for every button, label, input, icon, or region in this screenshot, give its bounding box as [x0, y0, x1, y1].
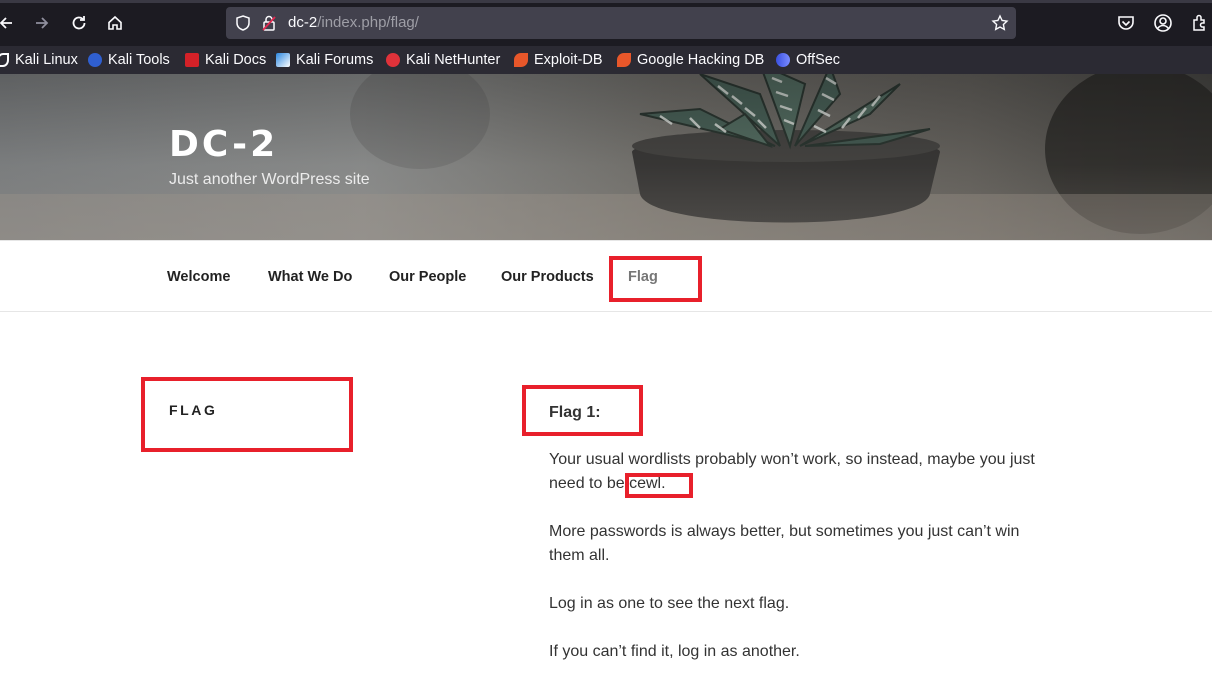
account-icon[interactable] — [1152, 12, 1174, 34]
offsec-icon — [776, 53, 790, 67]
bookmark-item[interactable]: Kali Docs — [185, 50, 266, 70]
insecure-lock-icon[interactable] — [260, 14, 278, 32]
menu-item-what-we-do[interactable]: What We Do — [268, 269, 352, 285]
entry-paragraph: More passwords is always better, but som… — [549, 523, 1020, 564]
bookmark-item[interactable]: Kali Forums — [276, 50, 373, 70]
bookmark-label: Kali Tools — [108, 52, 170, 68]
bookmark-label: Google Hacking DB — [637, 52, 765, 68]
browser-toolbar: dc-2/index.php/flag/ — [0, 0, 1212, 46]
menu-item-our-products[interactable]: Our Products — [501, 269, 594, 285]
bookmark-item[interactable]: Kali Linux — [0, 50, 78, 70]
kali-forums-icon — [276, 53, 290, 67]
site-title[interactable]: DC-2 — [169, 124, 278, 165]
reload-icon[interactable] — [67, 11, 91, 35]
annotation-box-flag1-title — [522, 385, 643, 436]
top-menu: Welcome What We Do Our People Our Produc… — [0, 240, 1212, 312]
bookmark-item[interactable]: Kali NetHunter — [386, 50, 500, 70]
annotation-box-flag-menu — [609, 256, 702, 302]
kali-nethunter-icon — [386, 53, 400, 67]
ghdb-icon — [617, 53, 631, 67]
kali-tools-icon — [88, 53, 102, 67]
header-image: DC-2 Just another WordPress site — [0, 74, 1212, 240]
bookmark-label: Exploit-DB — [534, 52, 603, 68]
entry-paragraph: If you can’t find it, log in as another. — [549, 643, 800, 660]
kali-docs-icon — [185, 53, 199, 67]
bookmark-label: Kali Linux — [15, 52, 78, 68]
back-icon[interactable] — [0, 11, 18, 35]
bookmark-label: Kali NetHunter — [406, 52, 501, 68]
home-icon[interactable] — [103, 11, 127, 35]
bookmark-item[interactable]: Exploit-DB — [514, 50, 603, 70]
bookmarks-toolbar: Kali Linux Kali Tools Kali Docs Kali For… — [0, 46, 1212, 74]
entry-paragraph: Log in as one to see the next flag. — [549, 595, 790, 612]
paragraph-text: Your usual wordlists probably won’t work… — [549, 451, 1035, 492]
extensions-icon[interactable] — [1189, 12, 1211, 34]
annotation-box-cewl — [625, 473, 693, 498]
bookmark-star-icon[interactable] — [991, 14, 1009, 32]
bookmark-item[interactable]: Kali Tools — [88, 50, 170, 70]
menu-item-welcome[interactable]: Welcome — [167, 269, 230, 285]
address-bar[interactable]: dc-2/index.php/flag/ — [226, 7, 1016, 39]
kali-dragon-icon — [0, 53, 9, 67]
menu-item-our-people[interactable]: Our People — [389, 269, 466, 285]
shield-icon[interactable] — [234, 14, 252, 32]
bookmark-label: Kali Forums — [296, 52, 374, 68]
annotation-box-flag-heading — [141, 377, 353, 452]
pocket-icon[interactable] — [1115, 12, 1137, 34]
url-host: dc-2 — [288, 14, 318, 31]
url-text[interactable]: dc-2/index.php/flag/ — [288, 14, 419, 32]
bookmark-label: OffSec — [796, 52, 841, 68]
bookmark-item[interactable]: Google Hacking DB — [617, 50, 764, 70]
bookmark-label: Kali Docs — [205, 52, 267, 68]
url-path: /index.php/flag/ — [317, 14, 419, 31]
forward-icon[interactable] — [30, 11, 54, 35]
site-description: Just another WordPress site — [169, 171, 370, 188]
exploit-db-icon — [514, 53, 528, 67]
bookmark-item[interactable]: OffSec — [776, 50, 840, 70]
